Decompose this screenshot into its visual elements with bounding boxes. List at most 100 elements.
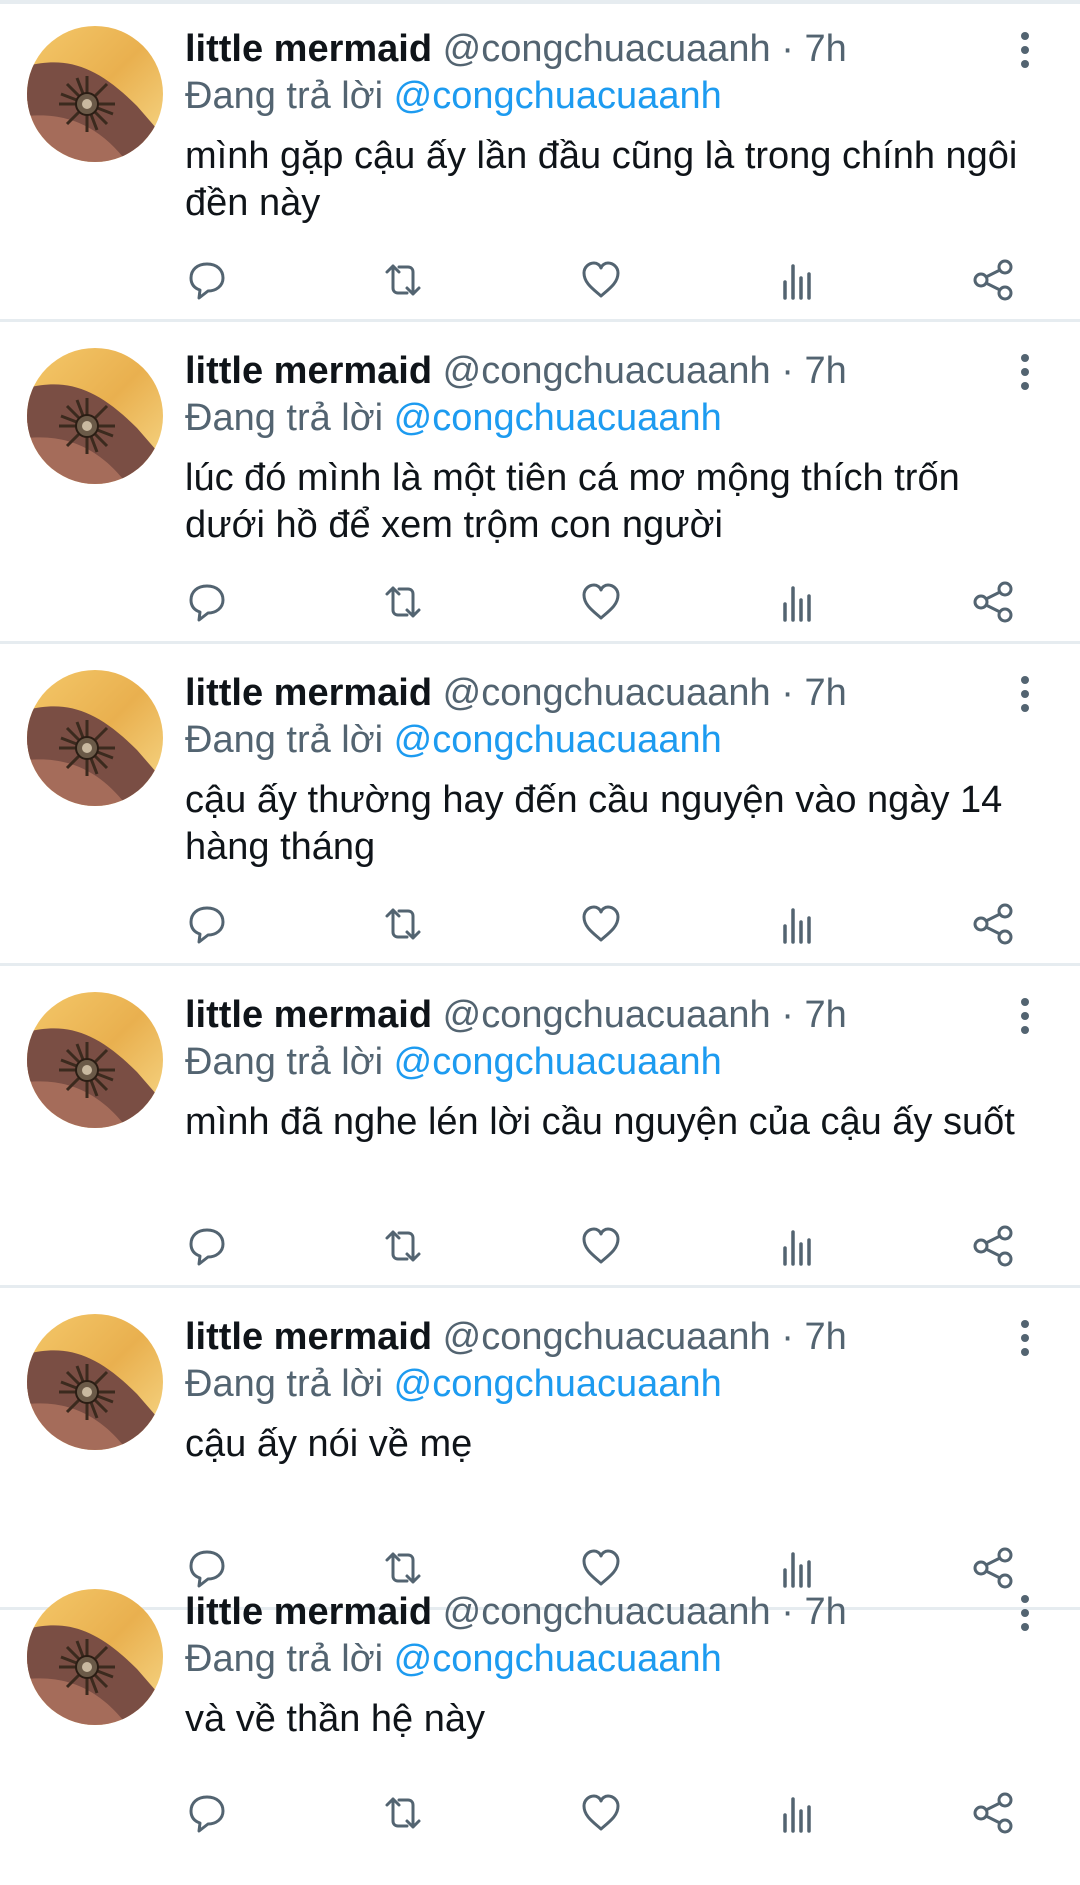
more-vertical-icon[interactable] (1010, 1318, 1040, 1358)
separator-dot: · (781, 350, 794, 392)
reply-context: Đang trả lời @congchuacuaanh (185, 717, 722, 763)
timestamp[interactable]: 7h (804, 1316, 846, 1358)
like-icon[interactable] (579, 1224, 623, 1268)
user-handle[interactable]: @congchuacuaanh (443, 28, 771, 70)
tweet-header: little mermaid @congchuacuaanh · 7h (185, 26, 847, 72)
tweet-text: mình gặp cậu ấy lần đầu cũng là trong ch… (185, 135, 1018, 224)
reply-icon[interactable] (185, 902, 229, 946)
timestamp[interactable]: 7h (804, 994, 846, 1036)
tweet-actions (0, 580, 1080, 624)
user-handle[interactable]: @congchuacuaanh (443, 672, 771, 714)
tweet-actions (0, 258, 1080, 302)
tweet[interactable]: little mermaid @congchuacuaanh · 7h Đang… (0, 1288, 1080, 1610)
stats-icon[interactable] (776, 1791, 820, 1835)
avatar-ring-icon (27, 348, 163, 484)
avatar[interactable] (27, 670, 163, 806)
reply-mention[interactable]: @congchuacuaanh (394, 397, 722, 439)
avatar[interactable] (27, 1314, 163, 1450)
avatar[interactable] (27, 992, 163, 1128)
reply-icon[interactable] (185, 258, 229, 302)
tweet-text: cậu ấy nói về mẹ (185, 1423, 473, 1465)
separator-dot: · (781, 672, 794, 714)
tweet-header: little mermaid @congchuacuaanh · 7h (185, 1589, 847, 1635)
tweet-actions (0, 902, 1080, 946)
user-handle[interactable]: @congchuacuaanh (443, 1591, 771, 1633)
timestamp[interactable]: 7h (804, 28, 846, 70)
display-name[interactable]: little mermaid (185, 1591, 432, 1633)
reply-icon[interactable] (185, 1224, 229, 1268)
share-icon[interactable] (971, 902, 1015, 946)
tweet-header: little mermaid @congchuacuaanh · 7h (185, 1314, 847, 1360)
retweet-icon[interactable] (381, 580, 425, 624)
tweet[interactable]: little mermaid @congchuacuaanh · 7h Đang… (0, 966, 1080, 1288)
reply-icon[interactable] (185, 580, 229, 624)
display-name[interactable]: little mermaid (185, 28, 432, 70)
reply-mention[interactable]: @congchuacuaanh (394, 1363, 722, 1405)
share-icon[interactable] (971, 1791, 1015, 1835)
timestamp[interactable]: 7h (804, 672, 846, 714)
tweet[interactable]: little mermaid @congchuacuaanh · 7h Đang… (0, 0, 1080, 322)
timestamp[interactable]: 7h (804, 1591, 846, 1633)
avatar-ring-icon (27, 1314, 163, 1450)
stats-icon[interactable] (776, 1224, 820, 1268)
more-vertical-icon[interactable] (1010, 30, 1040, 70)
reply-mention[interactable]: @congchuacuaanh (394, 1638, 722, 1680)
reply-prefix: Đang trả lời (185, 75, 384, 117)
like-icon[interactable] (579, 580, 623, 624)
reply-context: Đang trả lời @congchuacuaanh (185, 1039, 722, 1085)
tweet-text: và về thần hệ này (185, 1698, 485, 1740)
more-vertical-icon[interactable] (1010, 352, 1040, 392)
display-name[interactable]: little mermaid (185, 994, 432, 1036)
separator-dot: · (781, 1591, 794, 1633)
timestamp[interactable]: 7h (804, 350, 846, 392)
more-vertical-icon[interactable] (1010, 996, 1040, 1036)
separator-dot: · (781, 994, 794, 1036)
share-icon[interactable] (971, 580, 1015, 624)
share-icon[interactable] (971, 258, 1015, 302)
reply-mention[interactable]: @congchuacuaanh (394, 1041, 722, 1083)
user-handle[interactable]: @congchuacuaanh (443, 1316, 771, 1358)
reply-context: Đang trả lời @congchuacuaanh (185, 73, 722, 119)
display-name[interactable]: little mermaid (185, 1316, 432, 1358)
like-icon[interactable] (579, 258, 623, 302)
avatar[interactable] (27, 26, 163, 162)
tweet-header: little mermaid @congchuacuaanh · 7h (185, 670, 847, 716)
reply-prefix: Đang trả lời (185, 1638, 384, 1680)
display-name[interactable]: little mermaid (185, 672, 432, 714)
avatar-ring-icon (27, 1589, 163, 1725)
like-icon[interactable] (579, 1791, 623, 1835)
reply-prefix: Đang trả lời (185, 397, 384, 439)
more-vertical-icon[interactable] (1010, 674, 1040, 714)
separator-dot: · (781, 28, 794, 70)
retweet-icon[interactable] (381, 258, 425, 302)
like-icon[interactable] (579, 902, 623, 946)
tweet-text: cậu ấy thường hay đến cầu nguyện vào ngà… (185, 779, 1003, 868)
stats-icon[interactable] (776, 580, 820, 624)
reply-prefix: Đang trả lời (185, 1041, 384, 1083)
reply-icon[interactable] (185, 1791, 229, 1835)
stats-icon[interactable] (776, 902, 820, 946)
avatar-ring-icon (27, 26, 163, 162)
display-name[interactable]: little mermaid (185, 350, 432, 392)
retweet-icon[interactable] (381, 1224, 425, 1268)
reply-prefix: Đang trả lời (185, 719, 384, 761)
reply-mention[interactable]: @congchuacuaanh (394, 719, 722, 761)
reply-mention[interactable]: @congchuacuaanh (394, 75, 722, 117)
tweet-text: mình đã nghe lén lời cầu nguyện của cậu … (185, 1101, 1015, 1143)
tweet[interactable]: little mermaid @congchuacuaanh · 7h Đang… (0, 1563, 1080, 1885)
tweet-actions (0, 1791, 1080, 1835)
user-handle[interactable]: @congchuacuaanh (443, 350, 771, 392)
tweet[interactable]: little mermaid @congchuacuaanh · 7h Đang… (0, 322, 1080, 644)
more-vertical-icon[interactable] (1010, 1593, 1040, 1633)
user-handle[interactable]: @congchuacuaanh (443, 994, 771, 1036)
tweet-text: lúc đó mình là một tiên cá mơ mộng thích… (185, 457, 960, 546)
avatar-ring-icon (27, 670, 163, 806)
retweet-icon[interactable] (381, 1791, 425, 1835)
avatar[interactable] (27, 1589, 163, 1725)
stats-icon[interactable] (776, 258, 820, 302)
reply-context: Đang trả lời @congchuacuaanh (185, 395, 722, 441)
avatar[interactable] (27, 348, 163, 484)
share-icon[interactable] (971, 1224, 1015, 1268)
retweet-icon[interactable] (381, 902, 425, 946)
tweet[interactable]: little mermaid @congchuacuaanh · 7h Đang… (0, 644, 1080, 966)
